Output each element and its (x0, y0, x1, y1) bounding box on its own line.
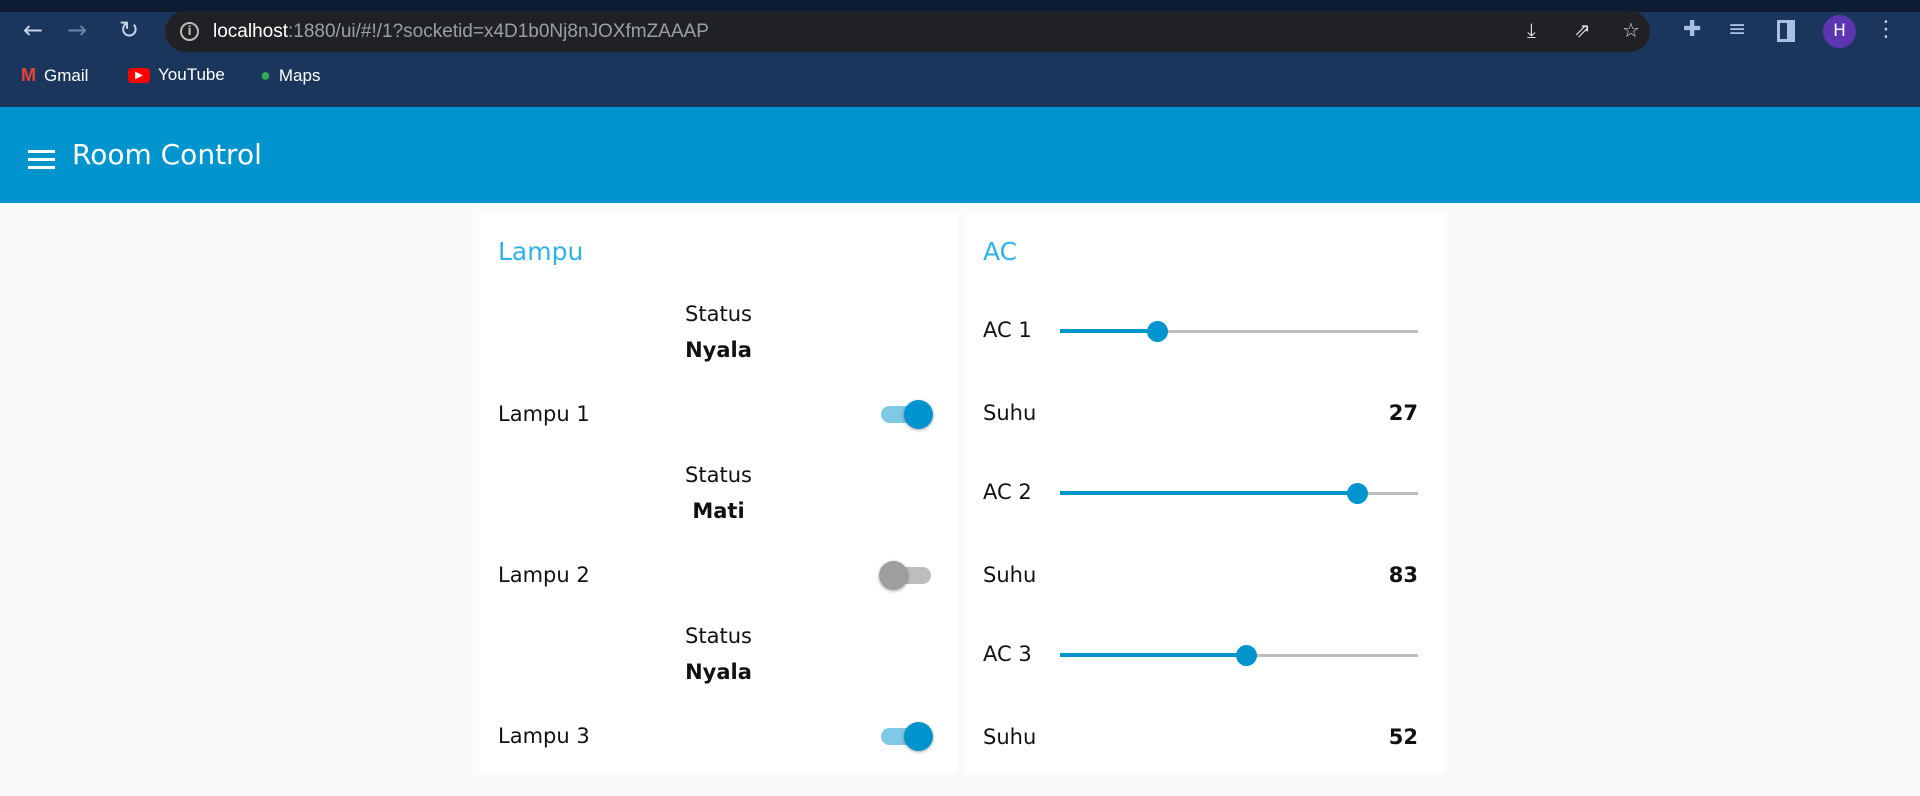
ac-slider[interactable] (1060, 317, 1418, 345)
ac-card: AC AC 1 Suhu 27 AC 2 Suhu 83 AC 3 Suhu 52 (965, 213, 1445, 773)
back-icon[interactable]: ← (18, 16, 48, 44)
ac-slider[interactable] (1060, 479, 1418, 507)
temp-value: 52 (1388, 725, 1418, 749)
ac-label: AC 3 (983, 642, 1032, 666)
card-title: AC (983, 237, 1018, 266)
app-title: Room Control (72, 138, 262, 171)
temp-label: Suhu (983, 563, 1037, 587)
hamburger-menu-icon[interactable] (28, 150, 55, 170)
site-info-icon[interactable]: i (180, 22, 199, 41)
forward-icon[interactable]: → (62, 16, 92, 44)
ac-label: AC 2 (983, 480, 1032, 504)
bookmark-star-icon[interactable]: ☆ (1622, 18, 1640, 42)
media-icon[interactable]: ≡ (1728, 17, 1746, 42)
lampu-toggle[interactable] (879, 399, 933, 429)
lampu-toggle[interactable] (879, 721, 933, 751)
bookmark-label: Maps (278, 65, 321, 85)
temp-value: 27 (1388, 401, 1418, 425)
bookmark-gmail[interactable]: M Gmail (21, 65, 88, 86)
maps-icon: ● (260, 65, 271, 85)
extensions-icon[interactable]: ✚ (1683, 17, 1701, 42)
lampu-label: Lampu 2 (498, 563, 590, 587)
status-label: Status (685, 302, 752, 326)
slider-thumb[interactable] (1146, 321, 1168, 342)
install-icon[interactable]: ⤓ (1527, 18, 1536, 42)
lampu-toggle[interactable] (879, 560, 933, 590)
reload-icon[interactable]: ↻ (114, 16, 144, 44)
gmail-icon: M (21, 65, 36, 85)
profile-avatar[interactable]: H (1823, 15, 1856, 48)
app-header (0, 107, 1920, 203)
bookmark-youtube[interactable]: ▶ YouTube (128, 65, 225, 85)
status-label: Status (685, 463, 752, 487)
status-value: Nyala (685, 660, 752, 684)
menu-kebab-icon[interactable]: ⋮ (1875, 17, 1897, 42)
bookmark-label: Gmail (44, 65, 89, 85)
bookmark-maps[interactable]: ● Maps (260, 65, 320, 86)
status-value: Nyala (685, 338, 752, 362)
ac-label: AC 1 (983, 318, 1032, 342)
youtube-icon: ▶ (128, 67, 150, 83)
temp-label: Suhu (983, 401, 1037, 425)
status-label: Status (685, 624, 752, 648)
status-value: Mati (692, 499, 745, 523)
card-title: Lampu (498, 237, 584, 266)
ac-slider[interactable] (1060, 641, 1418, 669)
temp-value: 83 (1388, 563, 1418, 587)
temp-label: Suhu (983, 725, 1037, 749)
address-bar[interactable]: localhost:1880/ui/#!/1?socketid=x4D1b0Nj… (165, 11, 1650, 52)
lampu-label: Lampu 3 (498, 724, 590, 748)
lampu-label: Lampu 1 (498, 402, 590, 426)
slider-thumb[interactable] (1347, 483, 1369, 504)
bookmark-label: YouTube (158, 65, 225, 84)
share-icon[interactable]: ⇗ (1574, 18, 1591, 42)
slider-thumb[interactable] (1236, 645, 1258, 666)
lampu-card: Lampu Status Nyala Lampu 1 Status Mati L… (479, 213, 958, 773)
side-panel-icon[interactable] (1777, 20, 1795, 42)
url-path: :1880/ui/#!/1?socketid=x4D1b0Nj8nJOXfmZA… (288, 21, 709, 42)
url-host: localhost (213, 21, 288, 42)
